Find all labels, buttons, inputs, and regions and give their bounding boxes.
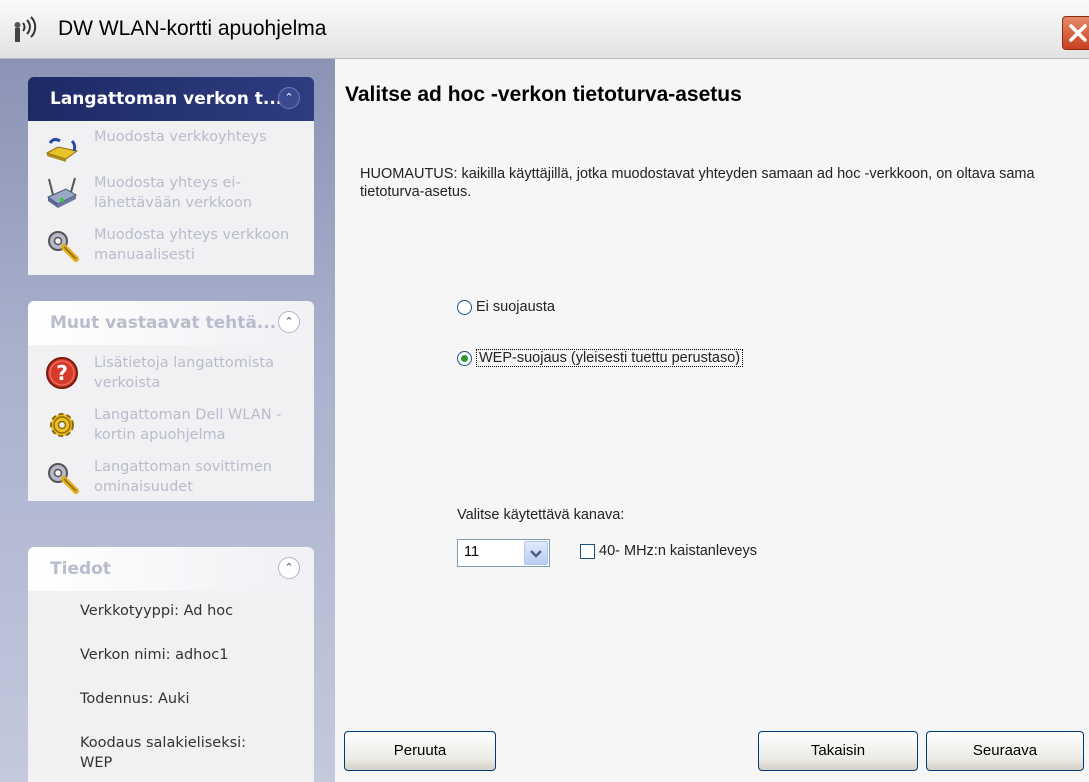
network-cable-icon (45, 137, 79, 162)
wireless-tasks-panel: Langattoman verkon t... ⌃ Muodosta verkk… (28, 77, 314, 275)
channel-select[interactable]: 11 (457, 539, 550, 567)
bandwidth-checkbox[interactable] (580, 543, 595, 559)
panel-header-related-tasks[interactable]: Muut vastaavat tehtä... ⌃ (28, 301, 314, 345)
radio-button[interactable] (457, 350, 472, 366)
panel-header-wireless-tasks[interactable]: Langattoman verkon t... ⌃ (28, 77, 314, 121)
dropdown-button[interactable] (524, 541, 548, 565)
bandwidth-checkbox-row[interactable]: 40- MHz:n kaistanleveys (580, 543, 757, 559)
info-encryption: Koodaus salakieliseksi: WEP (80, 735, 247, 771)
panel-title: Muut vastaavat tehtä... (50, 313, 277, 333)
task-wireless-info[interactable]: ? Lisätietoja langattomista verkoista (28, 349, 314, 401)
help-icon: ? (46, 357, 78, 389)
info-authentication: Todennus: Auki (80, 691, 190, 707)
radio-button[interactable] (457, 299, 472, 315)
panel-title: Tiedot (50, 559, 111, 579)
gear-wrench-icon (48, 463, 79, 494)
task-label: Muodosta verkkoyhteys (94, 129, 267, 145)
task-sidebar: Langattoman verkon t... ⌃ Muodosta verkk… (0, 59, 335, 782)
collapse-icon[interactable]: ⌃ (278, 311, 300, 333)
close-button[interactable] (1062, 16, 1089, 50)
close-icon (1069, 24, 1087, 42)
task-label: Muodosta yhteys ei-lähettävään verkkoon (94, 175, 253, 211)
panel-title: Langattoman verkon t... (50, 89, 283, 109)
bandwidth-label: 40- MHz:n kaistanleveys (599, 543, 757, 559)
radio-no-security[interactable]: Ei suojausta (457, 296, 555, 318)
next-button[interactable]: Seuraava (926, 731, 1084, 771)
collapse-icon[interactable]: ⌃ (278, 557, 300, 579)
task-dell-wlan-utility[interactable]: Langattoman Dell WLAN -kortin apuohjelma (28, 401, 314, 453)
collapse-icon[interactable]: ⌃ (278, 87, 300, 109)
svg-text:?: ? (56, 361, 68, 385)
task-label: Langattoman Dell WLAN -kortin apuohjelma (94, 407, 282, 443)
task-connect-manually[interactable]: Muodosta yhteys verkkoon manuaalisesti (28, 221, 314, 273)
radio-label: WEP-suojaus (yleisesti tuettu perustaso) (476, 349, 744, 367)
details-panel: Tiedot ⌃ Verkkotyyppi: Ad hoc Verkon nim… (28, 547, 314, 782)
task-label: Lisätietoja langattomista verkoista (94, 355, 274, 391)
cancel-button[interactable]: Peruuta (344, 731, 496, 771)
wireless-signal-icon (14, 16, 37, 42)
title-bar[interactable]: DW WLAN-kortti apuohjelma (0, 0, 1089, 59)
app-window: DW WLAN-kortti apuohjelma Langattoman ve… (0, 0, 1089, 782)
page-title: Valitse ad hoc -verkon tietoturva-asetus (345, 83, 742, 106)
radio-wep-security[interactable]: WEP-suojaus (yleisesti tuettu perustaso) (457, 347, 744, 369)
task-label: Muodosta yhteys verkkoon manuaalisesti (94, 227, 290, 263)
gear-wrench-icon (48, 231, 79, 262)
task-connect-hidden-network[interactable]: Muodosta yhteys ei-lähettävään verkkoon (28, 169, 314, 221)
info-network-name: Verkon nimi: adhoc1 (80, 647, 229, 663)
router-icon (46, 177, 78, 208)
related-tasks-panel: Muut vastaavat tehtä... ⌃ ? Lisätietoja … (28, 301, 314, 501)
window-title: DW WLAN-kortti apuohjelma (58, 17, 327, 40)
chevron-down-icon (530, 550, 542, 558)
task-label: Langattoman sovittimen ominaisuudet (94, 459, 272, 495)
info-network-type: Verkkotyyppi: Ad hoc (80, 603, 234, 619)
security-note: HUOMAUTUS: kaikilla käyttäjillä, jotka m… (360, 166, 1035, 200)
radio-label: Ei suojausta (476, 299, 555, 315)
back-button[interactable]: Takaisin (758, 731, 918, 771)
panel-header-details[interactable]: Tiedot ⌃ (28, 547, 314, 591)
gear-icon (50, 413, 74, 437)
task-connect-network[interactable]: Muodosta verkkoyhteys (28, 123, 314, 169)
task-adapter-properties[interactable]: Langattoman sovittimen ominaisuudet (28, 453, 314, 501)
channel-value: 11 (464, 544, 480, 560)
channel-label: Valitse käytettävä kanava: (457, 507, 625, 523)
